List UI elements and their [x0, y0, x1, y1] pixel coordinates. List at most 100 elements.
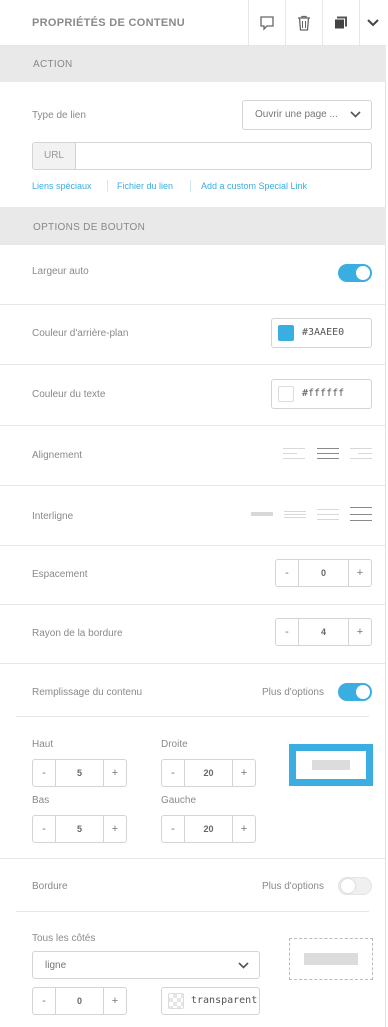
- padding-preview: [289, 744, 373, 786]
- padding-top-label: Haut: [32, 739, 54, 750]
- padding-right-stepper: - 20 +: [161, 759, 256, 787]
- divider: [0, 545, 386, 546]
- border-more-options-toggle[interactable]: [338, 877, 372, 895]
- special-links-link[interactable]: Liens spéciaux: [32, 181, 92, 191]
- bg-color-value: #3AAEE0: [302, 327, 345, 338]
- url-field: URL: [32, 142, 372, 171]
- padding-top-stepper: - 5 +: [32, 759, 127, 787]
- border-color-picker[interactable]: transparent: [161, 987, 260, 1015]
- bg-color-picker[interactable]: #3AAEE0: [271, 318, 372, 348]
- panel-title: PROPRIÉTÉS DE CONTENU: [32, 17, 185, 29]
- line-height-compact-icon[interactable]: [251, 507, 273, 521]
- toggle-knob: [356, 266, 370, 280]
- spacing-increment-button[interactable]: +: [348, 560, 371, 586]
- border-preview: [289, 938, 373, 980]
- padding-bottom-increment-button[interactable]: +: [103, 816, 126, 842]
- link-divider: [107, 180, 108, 192]
- action-section-header: ACTION: [0, 46, 386, 82]
- divider: [16, 716, 369, 717]
- radius-increment-button[interactable]: +: [348, 619, 371, 645]
- padding-more-options-toggle[interactable]: [338, 683, 372, 701]
- border-width-value[interactable]: 0: [56, 988, 103, 1014]
- divider: [0, 663, 386, 664]
- link-type-value: Ouvrir une page ...: [255, 109, 338, 120]
- border-style-select[interactable]: ligne: [32, 951, 260, 979]
- chevron-down-icon: [367, 18, 379, 26]
- chevron-down-icon: [238, 962, 249, 969]
- link-divider: [190, 180, 191, 192]
- auto-width-toggle[interactable]: [338, 264, 372, 282]
- line-height-label: Interligne: [32, 511, 74, 522]
- spacing-stepper: - 0 +: [275, 559, 372, 587]
- border-style-value: ligne: [45, 960, 67, 971]
- padding-left-stepper: - 20 +: [161, 815, 256, 843]
- border-width-increment-button[interactable]: +: [103, 988, 126, 1014]
- padding-right-decrement-button[interactable]: -: [162, 760, 185, 786]
- link-type-label: Type de lien: [32, 110, 86, 121]
- text-color-picker[interactable]: #ffffff: [271, 379, 372, 409]
- padding-more-options-label: Plus d'options: [262, 687, 324, 698]
- trash-icon: [298, 15, 310, 31]
- button-options-section-header: OPTIONS DE BOUTON: [0, 207, 386, 245]
- padding-bottom-decrement-button[interactable]: -: [33, 816, 56, 842]
- padding-bottom-stepper: - 5 +: [32, 815, 127, 843]
- padding-left-label: Gauche: [161, 795, 197, 806]
- border-label: Bordure: [32, 881, 68, 892]
- comment-button[interactable]: [248, 0, 285, 45]
- text-color-value: #ffffff: [302, 388, 345, 399]
- padding-left-value[interactable]: 20: [185, 816, 232, 842]
- padding-top-value[interactable]: 5: [56, 760, 103, 786]
- radius-value[interactable]: 4: [299, 619, 348, 645]
- align-center-icon[interactable]: [317, 447, 339, 461]
- line-height-normal-icon[interactable]: [284, 507, 306, 521]
- padding-left-increment-button[interactable]: +: [232, 816, 255, 842]
- line-height-relaxed-icon[interactable]: [317, 507, 339, 521]
- duplicate-button[interactable]: [322, 0, 359, 45]
- divider: [0, 858, 386, 859]
- duplicate-icon: [334, 16, 347, 29]
- border-width-decrement-button[interactable]: -: [33, 988, 56, 1014]
- comment-icon: [260, 15, 274, 31]
- url-input[interactable]: [77, 143, 371, 171]
- alignment-label: Alignement: [32, 450, 83, 461]
- toggle-knob: [356, 685, 370, 699]
- padding-right-value[interactable]: 20: [185, 760, 232, 786]
- content-properties-panel: PROPRIÉTÉS DE CONTENU ACTION Type de lie…: [0, 0, 386, 1027]
- padding-right-label: Droite: [161, 739, 188, 750]
- spacing-label: Espacement: [32, 569, 88, 580]
- delete-button[interactable]: [285, 0, 322, 45]
- divider: [0, 425, 386, 426]
- divider: [16, 911, 369, 912]
- padding-bottom-value[interactable]: 5: [56, 816, 103, 842]
- spacing-decrement-button[interactable]: -: [276, 560, 299, 586]
- align-left-icon[interactable]: [283, 447, 305, 461]
- all-sides-label: Tous les côtés: [32, 933, 96, 944]
- padding-top-decrement-button[interactable]: -: [33, 760, 56, 786]
- link-type-select[interactable]: Ouvrir une page ...: [242, 100, 372, 130]
- border-radius-label: Rayon de la bordure: [32, 628, 123, 639]
- file-link-link[interactable]: Fichier du lien: [117, 181, 173, 191]
- panel-header: PROPRIÉTÉS DE CONTENU: [0, 0, 386, 46]
- bg-color-label: Couleur d'arrière-plan: [32, 328, 129, 339]
- spacing-value[interactable]: 0: [299, 560, 348, 586]
- padding-left-decrement-button[interactable]: -: [162, 816, 185, 842]
- divider: [0, 485, 386, 486]
- border-more-options-label: Plus d'options: [262, 881, 324, 892]
- radius-decrement-button[interactable]: -: [276, 619, 299, 645]
- border-radius-stepper: - 4 +: [275, 618, 372, 646]
- align-right-icon[interactable]: [350, 447, 372, 461]
- divider: [0, 604, 386, 605]
- bg-color-swatch: [278, 325, 294, 341]
- collapse-button[interactable]: [359, 0, 386, 45]
- add-special-link-link[interactable]: Add a custom Special Link: [201, 181, 307, 191]
- text-color-swatch: [278, 386, 294, 402]
- border-color-swatch: [168, 993, 184, 1009]
- padding-top-increment-button[interactable]: +: [103, 760, 126, 786]
- url-tag: URL: [33, 143, 76, 169]
- padding-right-increment-button[interactable]: +: [232, 760, 255, 786]
- divider: [0, 304, 386, 305]
- chevron-down-icon: [350, 111, 361, 118]
- button-options-section-title: OPTIONS DE BOUTON: [33, 222, 146, 233]
- line-height-wide-icon[interactable]: [350, 507, 372, 521]
- auto-width-label: Largeur auto: [32, 266, 89, 277]
